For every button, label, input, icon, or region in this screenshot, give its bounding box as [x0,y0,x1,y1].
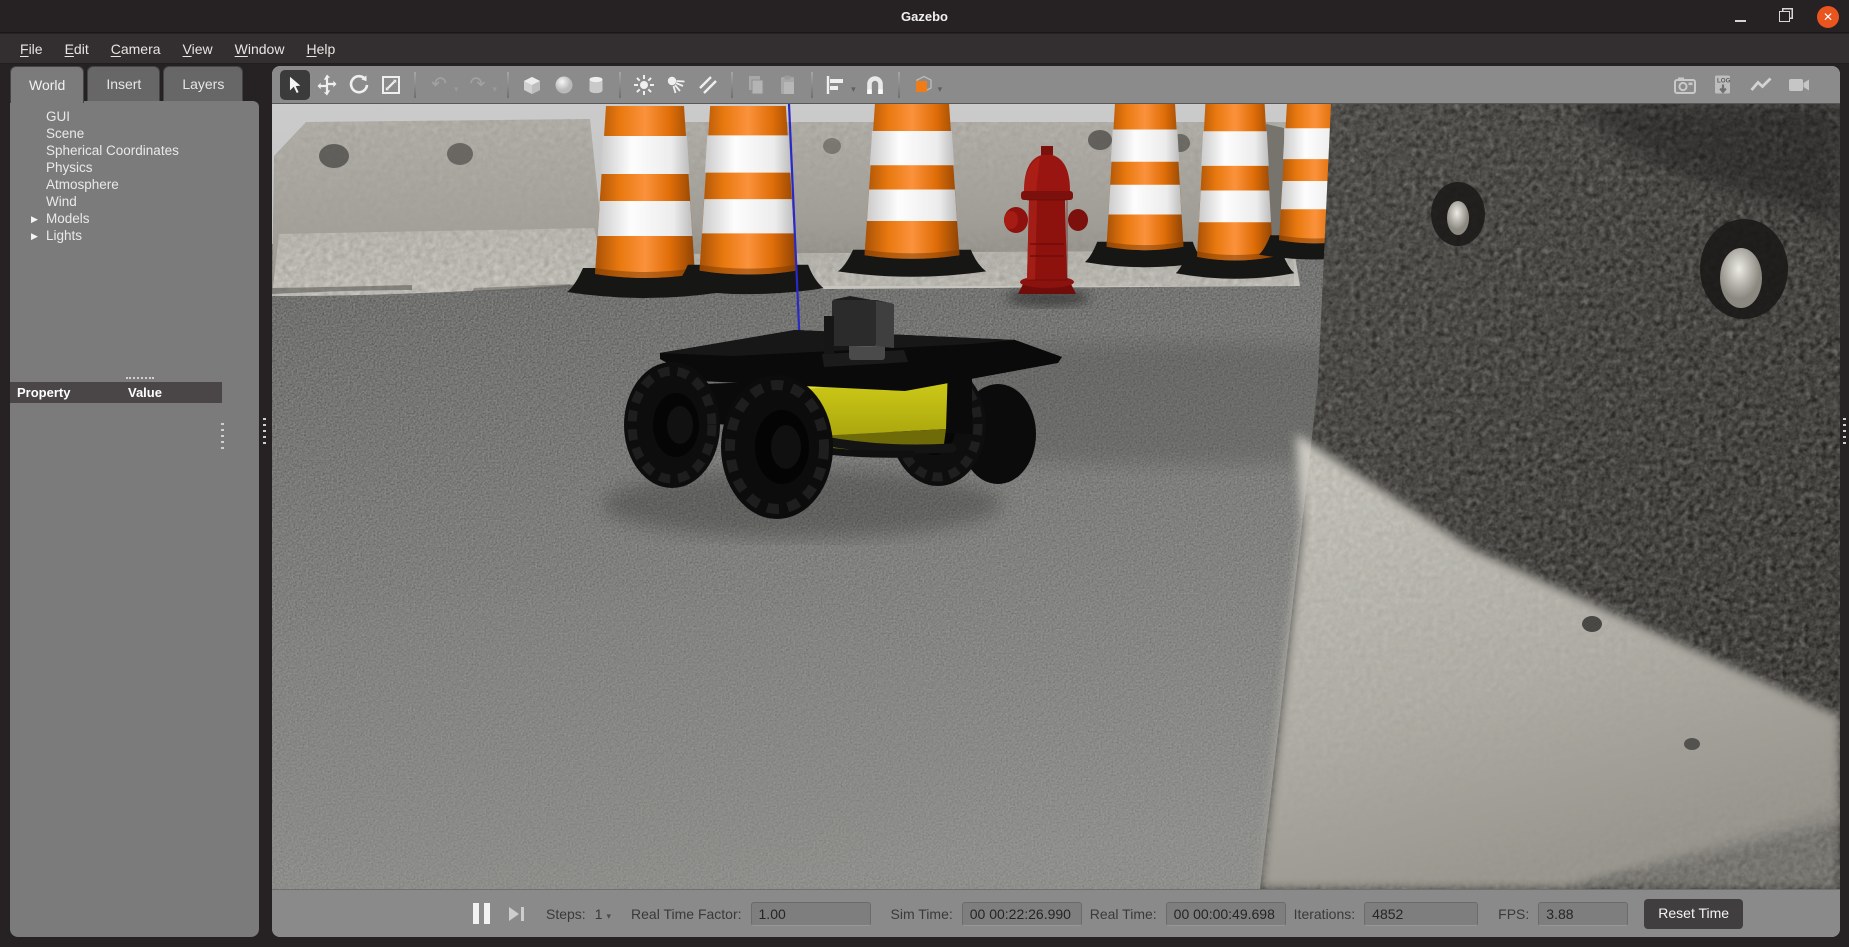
tree-item-wind[interactable]: Wind [10,193,259,210]
steps-value[interactable]: 1 [595,906,603,922]
toolbar-separator [507,72,509,98]
expand-arrow-icon[interactable]: ▶ [31,211,38,228]
steps-caret-icon[interactable]: ▾ [607,911,612,922]
property-table-header: Property Value [10,382,222,403]
menu-view[interactable]: View [172,37,224,61]
directional-light-icon[interactable] [693,70,723,100]
svg-text:LOG: LOG [1717,77,1731,84]
menubar: File Edit Camera View Window Help [0,34,1849,64]
toolbar-separator [811,72,813,98]
steps-label: Steps: [546,906,586,922]
restore-button[interactable] [1773,6,1795,28]
cylinder-icon[interactable] [581,70,611,100]
window-title: Gazebo [0,0,1849,33]
paste-icon[interactable] [773,70,803,100]
tree-item-atmosphere[interactable]: Atmosphere [10,176,259,193]
tab-insert[interactable]: Insert [87,66,160,101]
jersey-barrier-right [1260,104,1840,889]
real-time-field[interactable]: 00 00:00:49.698 [1166,902,1286,926]
toolbar-separator [731,72,733,98]
tab-world[interactable]: World [10,66,84,103]
scene-3d-render[interactable] [272,104,1840,889]
close-button[interactable]: ✕ [1817,6,1839,28]
rotate-icon[interactable] [344,70,374,100]
plot-icon[interactable] [1746,70,1776,100]
minimize-button[interactable] [1729,6,1751,28]
log-record-icon[interactable]: LOG [1708,70,1738,100]
expand-arrow-icon[interactable]: ▶ [31,228,38,245]
toolbar-separator [414,72,416,98]
dock-splitter-handle[interactable] [263,418,266,444]
render-toolbar: ↶ ▾ ↷ ▾ [272,66,1840,104]
tree-item-physics[interactable]: Physics [10,159,259,176]
view-angle-caret-icon[interactable]: ▾ [938,84,943,95]
window-edge-handle[interactable] [1843,418,1846,444]
box-icon[interactable] [517,70,547,100]
sidebar-tabs: World Insert Layers [10,66,243,101]
render-viewport: ↶ ▾ ↷ ▾ [272,66,1840,937]
scale-icon[interactable] [376,70,406,100]
screenshot-icon[interactable] [1670,70,1700,100]
gazebo-window: Gazebo ✕ File Edit Camera View Window He… [0,0,1849,947]
real-time-label: Real Time: [1090,906,1157,922]
view-angle-icon[interactable] [908,70,938,100]
point-light-icon[interactable] [629,70,659,100]
tree-item-scene[interactable]: Scene [10,125,259,142]
undo-icon[interactable]: ↶ [424,70,454,100]
rtf-label: Real Time Factor: [631,906,741,922]
menu-window[interactable]: Window [224,37,296,61]
tree-item-models[interactable]: ▶Models [10,210,259,227]
step-button[interactable] [509,907,524,921]
sphere-icon[interactable] [549,70,579,100]
iterations-label: Iterations: [1294,906,1355,922]
menu-help[interactable]: Help [295,37,346,61]
jersey-barrier-left [272,119,607,296]
spot-light-icon[interactable] [661,70,691,100]
fps-field[interactable]: 3.88 [1538,902,1628,926]
world-tree: GUI Scene Spherical Coordinates Physics … [10,101,259,244]
snap-icon[interactable] [860,70,890,100]
sim-time-label: Sim Time: [891,906,953,922]
redo-icon[interactable]: ↷ [463,70,493,100]
menu-file[interactable]: File [9,37,54,61]
tree-item-spherical-coordinates[interactable]: Spherical Coordinates [10,142,259,159]
toolbar-separator [898,72,900,98]
world-panel: GUI Scene Spherical Coordinates Physics … [10,101,259,937]
copy-icon[interactable] [741,70,771,100]
align-caret-icon[interactable]: ▾ [851,84,856,95]
titlebar: Gazebo ✕ [0,0,1849,33]
fps-label: FPS: [1498,906,1529,922]
select-arrow-icon[interactable] [280,70,310,100]
sim-time-field[interactable]: 00 00:22:26.990 [962,902,1082,926]
simulation-statusbar: Steps: 1 ▾ Real Time Factor: 1.00 Sim Ti… [272,889,1840,937]
menu-edit[interactable]: Edit [54,37,100,61]
rtf-field[interactable]: 1.00 [751,902,871,926]
tree-item-lights[interactable]: ▶Lights [10,227,259,244]
video-record-icon[interactable] [1784,70,1814,100]
property-column-header[interactable]: Property [10,385,128,400]
iterations-field[interactable]: 4852 [1364,902,1478,926]
toolbar-separator [619,72,621,98]
menu-camera[interactable]: Camera [100,37,172,61]
translate-icon[interactable] [312,70,342,100]
panel-splitter-handle[interactable] [126,377,154,379]
pause-button[interactable] [473,903,490,924]
redo-history-caret-icon[interactable]: ▾ [493,84,498,95]
tab-layers[interactable]: Layers [163,66,243,101]
value-column-header[interactable]: Value [128,385,162,400]
align-icon[interactable] [821,70,851,100]
panel-scrollbar-handle[interactable] [221,423,224,449]
reset-time-button[interactable]: Reset Time [1644,899,1743,929]
tree-item-gui[interactable]: GUI [10,108,259,125]
undo-history-caret-icon[interactable]: ▾ [454,84,459,95]
